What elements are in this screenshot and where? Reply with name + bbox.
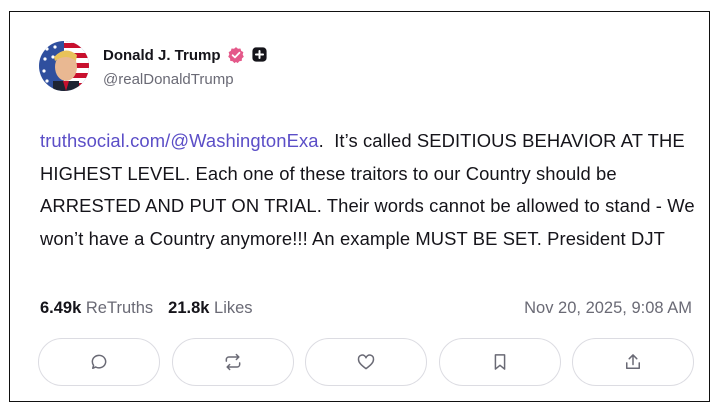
- reply-button[interactable]: [38, 338, 160, 386]
- retruths-count[interactable]: 6.49k: [40, 299, 81, 318]
- likes-label[interactable]: Likes: [214, 299, 253, 318]
- author-display-name[interactable]: Donald J. Trump: [103, 47, 221, 64]
- action-bar: [38, 338, 694, 388]
- post-link[interactable]: truthsocial.com/@WashingtonExa: [40, 130, 319, 151]
- retruth-button[interactable]: [171, 338, 294, 386]
- verified-badge-icon: [227, 46, 245, 64]
- post-timestamp[interactable]: Nov 20, 2025, 9:08 AM: [524, 299, 692, 318]
- bookmark-button[interactable]: [438, 338, 561, 386]
- bookmark-icon: [494, 354, 505, 370]
- author-avatar[interactable]: [39, 41, 89, 91]
- plus-badge-icon: [251, 46, 269, 64]
- like-button[interactable]: [305, 338, 427, 386]
- avatar-image: [39, 41, 89, 91]
- comment-bubble-icon: [91, 354, 107, 369]
- post-stats: 6.49k ReTruths 21.8k Likes Nov 20, 2025,…: [40, 296, 692, 320]
- repost-arrows-icon: [225, 353, 240, 371]
- share-button[interactable]: [572, 338, 694, 386]
- heart-icon: [357, 354, 375, 370]
- retruths-label[interactable]: ReTruths: [86, 299, 153, 318]
- share-upload-icon: [626, 354, 640, 369]
- likes-count[interactable]: 21.8k: [168, 299, 209, 318]
- post-body: truthsocial.com/@WashingtonExa. It’s cal…: [40, 125, 700, 255]
- post-link-suffix: .: [318, 130, 324, 151]
- author-handle[interactable]: @realDonaldTrump: [103, 71, 234, 88]
- author-name-row: Donald J. Trump: [103, 43, 269, 67]
- post-card: Donald J. Trump @realDonaldTrump truthso…: [9, 11, 710, 402]
